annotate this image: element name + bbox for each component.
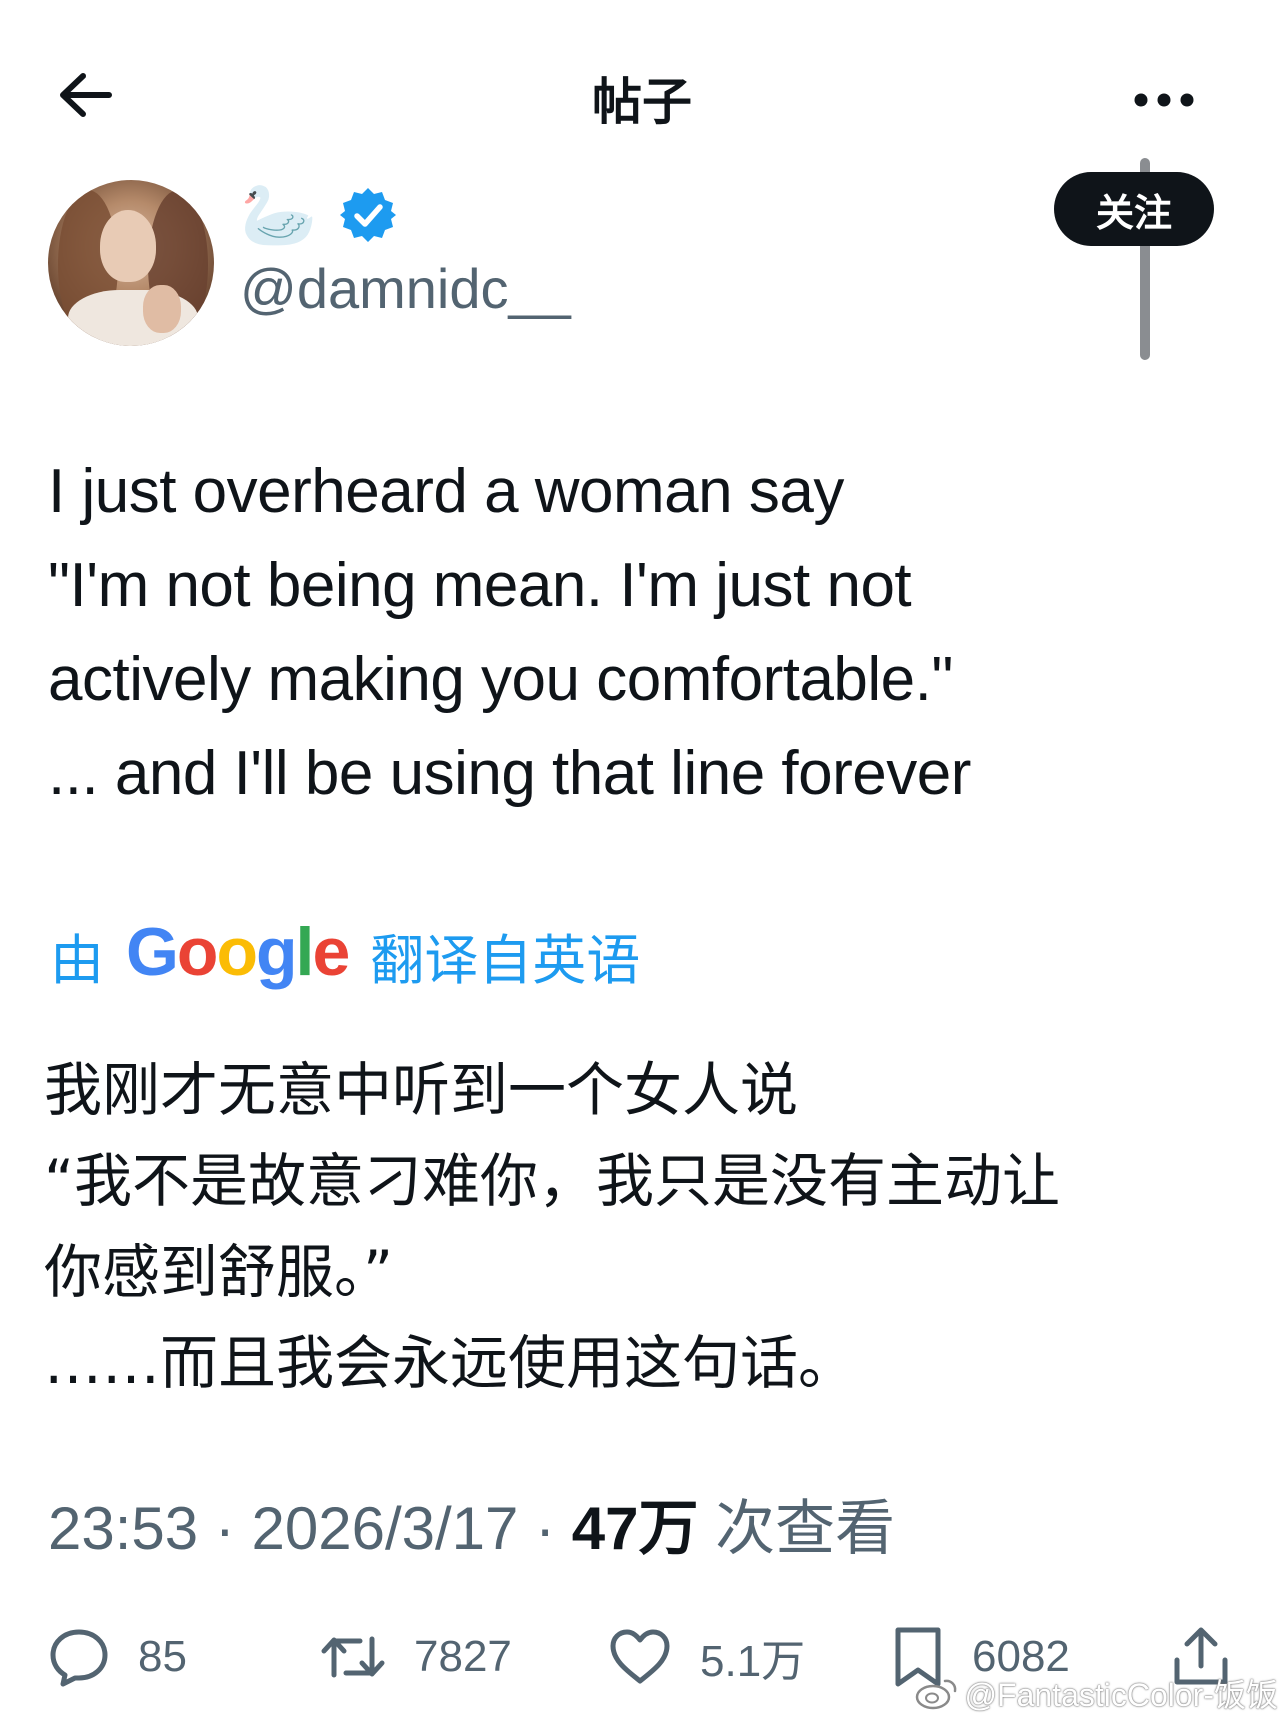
heart-icon xyxy=(610,1629,670,1684)
display-name[interactable]: 🦢 xyxy=(240,180,317,250)
google-logo-letter: g xyxy=(256,914,298,990)
repost-count: 7827 xyxy=(414,1632,512,1681)
repost-icon xyxy=(321,1636,385,1678)
top-bar: 帖子 xyxy=(0,40,1284,140)
tweet-line: I just overheard a woman say xyxy=(48,457,844,526)
reply-button[interactable]: 85 xyxy=(48,1612,187,1702)
google-logo: Google xyxy=(126,913,350,991)
translated-line: “我不是故意刁难你，我只是没有主动让 xyxy=(44,1147,1061,1215)
google-logo-letter: e xyxy=(312,914,350,990)
author-handle[interactable]: @damnidc__ xyxy=(240,256,571,321)
translation-attribution[interactable]: 由 Google 翻译自英语 xyxy=(50,913,641,995)
post-time[interactable]: 23:53 xyxy=(48,1495,198,1562)
more-horizontal-icon xyxy=(1134,93,1194,107)
watermark: @FantasticColor-饭饭 xyxy=(915,1670,1278,1716)
translation-suffix: 翻译自英语 xyxy=(370,928,641,992)
watermark-text: @FantasticColor-饭饭 xyxy=(964,1677,1278,1713)
author-name-row[interactable]: 🦢 xyxy=(240,180,397,250)
translated-line: 你感到舒服。” xyxy=(44,1238,394,1306)
separator: · xyxy=(518,1495,572,1562)
more-options-button[interactable] xyxy=(1124,70,1204,130)
like-button[interactable]: 5.1万 xyxy=(608,1612,805,1702)
avatar[interactable] xyxy=(48,180,214,346)
tweet-line: actively making you comfortable." xyxy=(48,645,953,714)
reply-count: 85 xyxy=(138,1632,187,1681)
follow-button[interactable]: 关注 xyxy=(1054,172,1214,246)
weibo-logo-icon xyxy=(915,1679,956,1710)
translation-prefix: 由 xyxy=(50,928,104,992)
repost-button[interactable]: 7827 xyxy=(320,1612,512,1702)
translated-line: 我刚才无意中听到一个女人说 xyxy=(44,1056,799,1124)
tweet-text: I just overheard a woman say "I'm not be… xyxy=(48,445,1208,821)
reply-icon xyxy=(50,1629,108,1687)
page-title: 帖子 xyxy=(592,73,692,131)
post-date[interactable]: 2026/3/17 xyxy=(251,1495,518,1562)
views-count[interactable]: 47万 xyxy=(572,1495,699,1562)
google-logo-letter: o xyxy=(216,914,258,990)
google-logo-letter: o xyxy=(176,914,219,990)
translated-line: ……而且我会永远使用这句话。 xyxy=(44,1329,857,1397)
separator: · xyxy=(198,1495,252,1562)
tweet-line: "I'm not being mean. I'm just not xyxy=(48,551,912,620)
tweet-meta: 23:53 · 2026/3/17 · 47万 次查看 xyxy=(48,1480,895,1567)
tweet-line: ... and I'll be using that line forever xyxy=(48,739,971,808)
verified-badge-icon xyxy=(340,188,397,242)
translated-text: 我刚才无意中听到一个女人说 “我不是故意刁难你，我只是没有主动让 你感到舒服。”… xyxy=(44,1045,1244,1409)
google-logo-letter: G xyxy=(126,914,179,990)
google-logo-letter: l xyxy=(295,914,315,990)
views-label: 次查看 xyxy=(698,1495,896,1562)
like-count: 5.1万 xyxy=(700,1637,806,1686)
